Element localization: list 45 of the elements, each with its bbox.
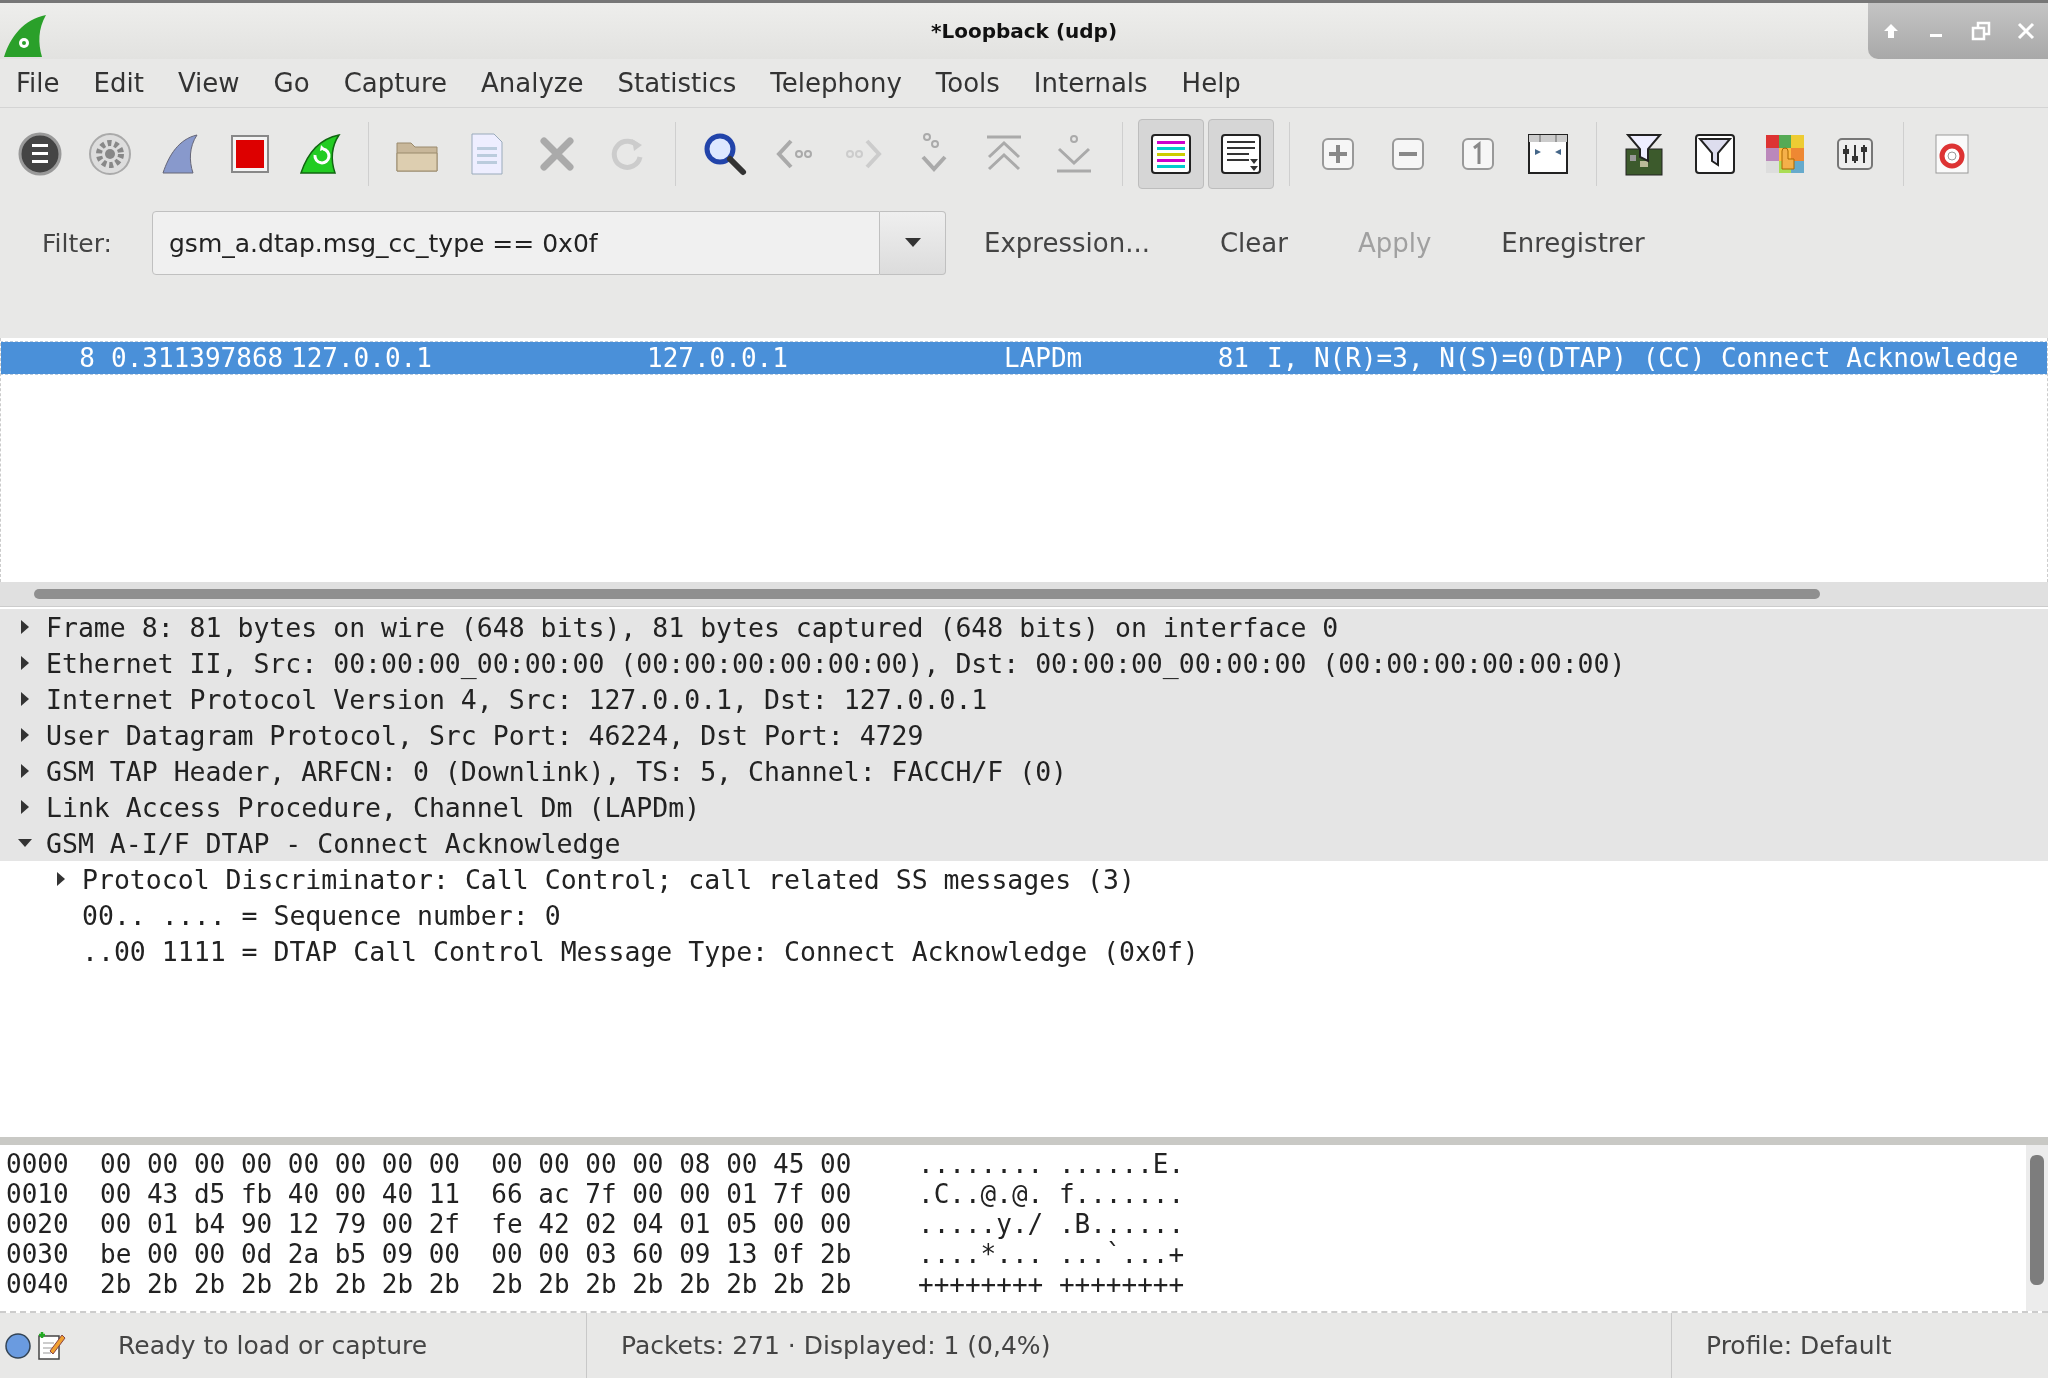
ascii-text: .C..@.@. f.......: [918, 1179, 1185, 1209]
hex-text: be 00 00 0d 2a b5 09 00 00 00 03 60 09 13 0f 2b: [100, 1239, 853, 1269]
tree-item[interactable]: 00.. .... = Sequence number: 0: [82, 899, 561, 931]
menu-item[interactable]: Capture: [329, 64, 462, 102]
table-cell-text: 127.0.0.1: [291, 343, 433, 373]
menu-item[interactable]: Statistics: [603, 64, 751, 102]
menu-item[interactable]: Internals: [1019, 64, 1162, 102]
hex-text: 00 01 b4 90 12 79 00 2f fe 42 02 04 01 05 00 00: [100, 1209, 853, 1239]
table-cell-text: LAPDm: [1004, 343, 1084, 373]
menu-item[interactable]: Analyze: [467, 64, 598, 102]
text-button[interactable]: Enregistrer: [1477, 214, 1669, 272]
offset-text: 0020: [5, 1209, 70, 1239]
window-title: *Loopback (udp): [930, 19, 1118, 43]
offset-text: 0040: [5, 1269, 70, 1299]
profile-label[interactable]: Profile: Default: [1706, 1331, 1892, 1360]
table-cell-text: 8: [78, 343, 95, 373]
tree-item[interactable]: Protocol Discriminator: Call Control; call related SS messages (3): [82, 863, 1135, 895]
hex-text: 00 43 d5 fb 40 00 40 11 66 ac 7f 00 00 01 7f 00: [100, 1179, 853, 1209]
menu-item[interactable]: Edit: [79, 64, 158, 102]
status-message: Ready to load or capture: [118, 1331, 428, 1360]
menu-item[interactable]: File: [2, 64, 74, 102]
ascii-text: ++++++++ ++++++++: [918, 1269, 1185, 1299]
text-button[interactable]: Expression...: [960, 214, 1174, 272]
ascii-text: .....y./ .B......: [918, 1209, 1185, 1239]
menu-item[interactable]: View: [163, 64, 254, 102]
menu-item[interactable]: Telephony: [756, 64, 916, 102]
text-button[interactable]: Clear: [1195, 214, 1312, 272]
offset-text: 0030: [5, 1239, 70, 1269]
table-cell-text: I, N(R)=3, N(S)=0(DTAP) (CC) Connect Acknowledge: [1266, 343, 2019, 373]
menu-item[interactable]: Help: [1167, 64, 1255, 102]
filter-label: Filter:: [42, 228, 113, 258]
filter-field[interactable]: gsm_a.dtap.msg_cc_type == 0x0f: [152, 211, 880, 275]
tree-item[interactable]: ..00 1111 = DTAP Call Control Message Type: Connect Acknowledge (0x0f): [82, 935, 1199, 967]
hex-text: 00 00 00 00 00 00 00 00 00 00 00 00 08 00 45 00: [100, 1149, 853, 1179]
menu-item[interactable]: Go: [259, 64, 324, 102]
table-cell-text: 81: [1216, 343, 1249, 373]
ascii-text: ........ ......E.: [918, 1149, 1185, 1179]
offset-text: 0000: [5, 1149, 70, 1179]
packet-count: Packets: 271 · Displayed: 1 (0,4%): [621, 1331, 1051, 1360]
menu-item[interactable]: Tools: [921, 64, 1014, 102]
ascii-text: ....*... ...`...+: [918, 1239, 1185, 1269]
table-cell-text: 0.311397868: [110, 343, 285, 373]
hex-text: 2b 2b 2b 2b 2b 2b 2b 2b 2b 2b 2b 2b 2b 2b 2b 2b: [100, 1269, 853, 1299]
offset-text: 0010: [5, 1179, 70, 1209]
table-cell-text: 127.0.0.1: [647, 343, 789, 373]
